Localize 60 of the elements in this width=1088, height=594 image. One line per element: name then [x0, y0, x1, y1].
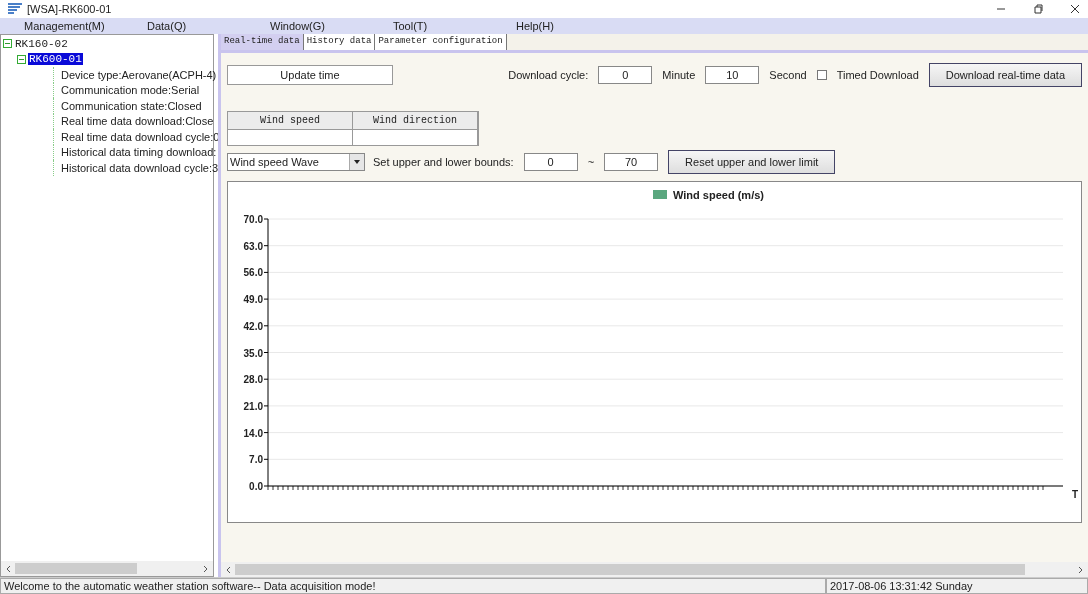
- wave-dropdown[interactable]: Wind speed Wave: [227, 153, 365, 171]
- horizontal-scrollbar[interactable]: [221, 562, 1088, 577]
- tab[interactable]: History data: [303, 34, 376, 50]
- reset-button[interactable]: Reset upper and lower limit: [668, 150, 836, 174]
- y-tick-label: 42.0: [243, 320, 263, 332]
- menu-item[interactable]: Management(M): [24, 20, 147, 32]
- y-tick-label: 70.0: [243, 214, 263, 225]
- tree-item[interactable]: Historical data download cycle:3: [60, 161, 220, 174]
- y-tick-label: 7.0: [249, 454, 263, 466]
- window-title: [WSA]-RK600-01: [27, 3, 112, 15]
- menu-item[interactable]: Tool(T): [393, 20, 516, 32]
- app-icon: [8, 3, 22, 15]
- tree-item[interactable]: RK600-01: [28, 53, 83, 66]
- status-message: Welcome to the automatic weather station software-- Data acquisition mode!: [0, 578, 826, 594]
- scroll-right-icon[interactable]: [203, 564, 209, 573]
- collapse-icon[interactable]: [3, 39, 12, 49]
- horizontal-scrollbar[interactable]: [1, 561, 213, 576]
- tree-item[interactable]: RK160-02: [14, 37, 69, 50]
- status-datetime: 2017-08-06 13:31:42 Sunday: [826, 578, 1088, 594]
- timed-download-checkbox[interactable]: [816, 70, 827, 80]
- lower-bound-field[interactable]: 0: [523, 153, 578, 171]
- menu-item[interactable]: Data(Q): [147, 20, 270, 32]
- tree-item[interactable]: Device type:Aerovane(ACPH-4): [60, 68, 218, 81]
- y-tick-label: 0.0: [249, 481, 263, 492]
- second-label: Second: [769, 69, 807, 81]
- column-header: Wind speed: [228, 112, 352, 129]
- tilde-separator: ~: [587, 156, 595, 168]
- y-tick-label: 56.0: [243, 267, 263, 279]
- close-icon[interactable]: [1070, 4, 1080, 14]
- menu-item[interactable]: Window(G): [270, 20, 393, 32]
- timed-download-label: Timed Download: [836, 69, 919, 81]
- minute-label: Minute: [662, 69, 696, 81]
- y-tick-label: 14.0: [243, 427, 263, 439]
- menu-item[interactable]: Help(H): [516, 20, 639, 32]
- y-tick-label: 28.0: [243, 374, 263, 386]
- scroll-left-icon[interactable]: [225, 565, 231, 574]
- tree-item[interactable]: Communication state:Closed: [60, 99, 203, 112]
- download-cycle-label: Download cycle:: [508, 69, 589, 81]
- collapse-icon[interactable]: [17, 54, 26, 64]
- bounds-label: Set upper and lower bounds:: [373, 156, 514, 168]
- scroll-left-icon[interactable]: [5, 564, 11, 573]
- column-header: Wind direction: [353, 112, 477, 129]
- scroll-right-icon[interactable]: [1078, 565, 1084, 574]
- upper-bound-field[interactable]: 70: [604, 153, 659, 171]
- legend-label: Wind speed (m/s): [673, 189, 764, 201]
- tree-item[interactable]: Historical data timing download:: [60, 146, 218, 159]
- y-tick-label: 21.0: [243, 400, 263, 412]
- seconds-field[interactable]: 10: [705, 66, 760, 84]
- restore-icon[interactable]: [1033, 4, 1043, 14]
- tab[interactable]: Parameter configuration: [375, 34, 507, 50]
- y-tick-label: 49.0: [243, 294, 263, 306]
- download-button[interactable]: Download real-time data: [928, 63, 1082, 87]
- y-tick-label: 63.0: [243, 240, 263, 252]
- tab[interactable]: Real-time data: [221, 34, 304, 50]
- x-axis-label: T: [1072, 489, 1078, 500]
- tree-item[interactable]: Communication mode:Serial: [60, 84, 201, 97]
- y-tick-label: 35.0: [243, 347, 263, 359]
- update-time-label: Update time: [227, 65, 393, 85]
- tree-item[interactable]: Real time data download:Close: [60, 115, 215, 128]
- minutes-field[interactable]: 0: [598, 66, 653, 84]
